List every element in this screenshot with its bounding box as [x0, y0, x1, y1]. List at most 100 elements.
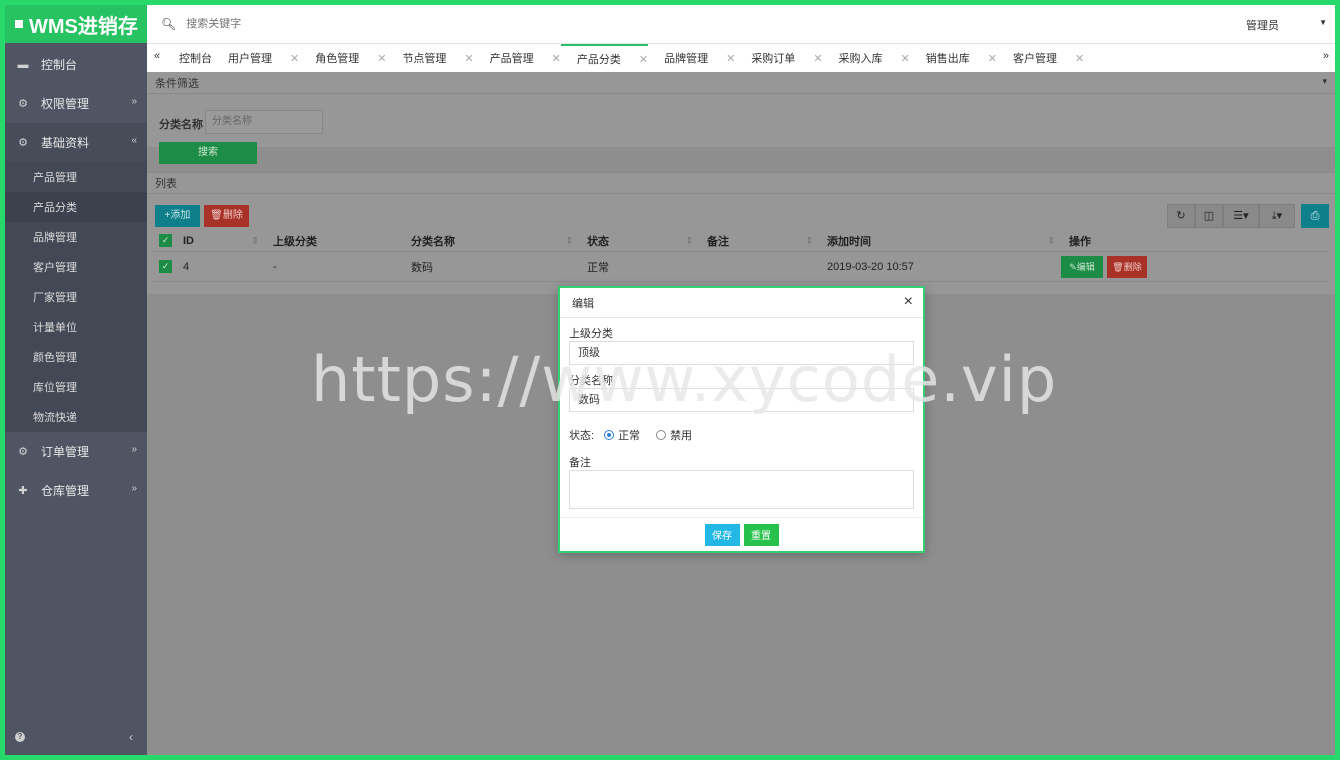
trash-icon: 🗑︎ — [210, 210, 223, 221]
close-icon[interactable]: ✕ — [552, 52, 561, 65]
sidebar-submenu: 产品管理 产品分类 品牌管理 客户管理 厂家管理 计量单位 颜色管理 库位管理 … — [5, 162, 147, 432]
column-label: 上级分类 — [273, 235, 317, 248]
header-cell-status[interactable]: 状态 ⇕ — [579, 230, 699, 251]
sidebar-subitem-customer[interactable]: 客户管理 — [5, 252, 147, 282]
close-icon[interactable]: ✕ — [464, 52, 473, 65]
tab-label: 产品分类 — [576, 54, 621, 66]
sidebar-subitem-product-category[interactable]: 产品分类 — [5, 192, 147, 222]
watermark-text: https://www.xycode.vip — [311, 343, 1058, 416]
delete-button-label: 删除 — [222, 210, 243, 221]
header-cell-name[interactable]: 分类名称 ⇕ — [403, 230, 579, 251]
tab-brands[interactable]: 品牌管理 ✕ — [648, 44, 735, 72]
sidebar-subitem-unit[interactable]: 计量单位 — [5, 312, 147, 342]
header-cell-remark[interactable]: 备注 ⇕ — [699, 230, 819, 251]
close-icon[interactable]: ✕ — [988, 52, 997, 65]
sort-icon[interactable]: ⇕ — [805, 235, 813, 246]
brand-name: WMS进销存 — [29, 15, 138, 38]
delete-button[interactable]: 🗑︎删除 — [204, 205, 249, 227]
reset-button[interactable]: 重置 — [743, 523, 779, 546]
status-disabled-label[interactable]: 禁用 — [670, 427, 692, 443]
tab-users[interactable]: 用户管理 ✕ — [212, 44, 299, 72]
tab-roles[interactable]: 角色管理 ✕ — [299, 44, 386, 72]
sidebar-subitem-manufacturer[interactable]: 厂家管理 — [5, 282, 147, 312]
close-icon[interactable]: ✕ — [377, 52, 386, 65]
tab-sales-outbound[interactable]: 销售出库 ✕ — [910, 44, 997, 72]
export-icon[interactable]: ⤓▾ — [1259, 204, 1295, 228]
gears-icon: ⚙ — [18, 446, 28, 458]
sidebar-subitem-location[interactable]: 库位管理 — [5, 372, 147, 402]
tab-purchase-inbound[interactable]: 采购入库 ✕ — [823, 44, 910, 72]
sidebar-item-label: 订单管理 — [41, 445, 90, 459]
row-delete-button[interactable]: 🗑︎删除 — [1107, 255, 1147, 278]
sidebar-subitem-brand[interactable]: 品牌管理 — [5, 222, 147, 252]
collapse-sidebar-icon[interactable]: ‹ — [129, 730, 133, 744]
remark-textarea[interactable] — [569, 470, 914, 509]
sidebar-item-basic-data[interactable]: ⚙ 基础资料 « — [5, 123, 147, 162]
close-icon[interactable]: ✕ — [813, 52, 822, 65]
header-cell-parent[interactable]: 上级分类 — [265, 230, 403, 251]
row-edit-label: 编辑 — [1076, 262, 1095, 272]
tab-dashboard[interactable]: 控制台 — [167, 44, 212, 72]
search-button[interactable]: 搜索 — [159, 142, 257, 164]
caret-down-icon[interactable]: ▼ — [1319, 18, 1327, 27]
columns-icon[interactable]: ◫ — [1195, 204, 1223, 228]
tab-products[interactable]: 产品管理 ✕ — [474, 44, 561, 72]
row-checkbox[interactable]: ✓ — [159, 260, 172, 273]
user-menu[interactable]: 管理员 — [1246, 17, 1279, 33]
sort-icon[interactable]: ⇕ — [1047, 235, 1055, 246]
app-frame: WMS进销存 ▬ 控制台 ⚙ 权限管理 » ⚙ 基础资料 « 产品管理 产品分类… — [5, 5, 1335, 755]
row-edit-button[interactable]: ✎编辑 — [1061, 255, 1103, 278]
column-label: ID — [183, 234, 194, 247]
tab-label: 客户管理 — [1012, 53, 1057, 65]
dialog-header: 编辑 × — [560, 288, 923, 318]
column-label: 操作 — [1069, 235, 1091, 248]
tab-label: 销售出库 — [925, 53, 970, 65]
tab-prev-icon[interactable]: « — [147, 44, 167, 72]
close-icon[interactable]: ✕ — [290, 52, 299, 65]
close-icon[interactable]: ✕ — [901, 52, 910, 65]
tab-nodes[interactable]: 节点管理 ✕ — [386, 44, 473, 72]
sort-icon[interactable]: ⇕ — [251, 235, 259, 246]
sidebar-item-permission[interactable]: ⚙ 权限管理 » — [5, 84, 147, 123]
header-cell-id[interactable]: ID ⇕ — [175, 230, 265, 251]
close-icon[interactable]: ✕ — [639, 53, 648, 66]
list-view-icon[interactable]: ☰▾ — [1223, 204, 1259, 228]
chevron-down-icon: » — [131, 444, 137, 455]
close-icon[interactable]: ✕ — [726, 52, 735, 65]
search-input[interactable] — [186, 18, 487, 30]
sidebar-item-label: 权限管理 — [41, 97, 90, 111]
sidebar-subitem-product[interactable]: 产品管理 — [5, 162, 147, 192]
sort-icon[interactable]: ⇕ — [685, 235, 693, 246]
status-label: 状态: — [569, 430, 595, 442]
cell-name: 数码 — [411, 261, 433, 274]
print-icon[interactable]: ⎙ — [1301, 204, 1329, 228]
status-normal-label[interactable]: 正常 — [618, 427, 640, 443]
top-bar: 🔍︎ 管理员 ▼ — [147, 5, 1335, 43]
tab-label: 角色管理 — [315, 53, 360, 65]
sidebar: WMS进销存 ▬ 控制台 ⚙ 权限管理 » ⚙ 基础资料 « 产品管理 产品分类… — [5, 5, 147, 755]
trash-icon: 🗑︎ — [1112, 262, 1124, 272]
status-disabled-radio[interactable] — [656, 430, 667, 440]
table-row[interactable]: ✓ 4 - 数码 正常 2019-03-20 10:57 ✎编辑 🗑︎删除 — [153, 252, 1329, 282]
category-name-filter-input[interactable]: 分类名称 — [205, 110, 323, 134]
save-button[interactable]: 保存 — [704, 523, 740, 546]
tab-purchase-orders[interactable]: 采购订单 ✕ — [735, 44, 822, 72]
sidebar-item-dashboard[interactable]: ▬ 控制台 — [5, 45, 147, 84]
brand-logo[interactable]: WMS进销存 — [5, 5, 147, 43]
status-normal-radio[interactable] — [604, 430, 615, 440]
help-icon[interactable]: ? — [15, 732, 25, 742]
add-button[interactable]: +添加 — [155, 205, 200, 227]
sidebar-item-warehouse[interactable]: ✚ 仓库管理 » — [5, 471, 147, 510]
sidebar-subitem-color[interactable]: 颜色管理 — [5, 342, 147, 372]
tab-product-category[interactable]: 产品分类 ✕ — [560, 44, 649, 72]
close-icon[interactable]: ✕ — [1075, 52, 1084, 65]
refresh-icon[interactable]: ↻ — [1167, 204, 1195, 228]
header-cell-time[interactable]: 添加时间 ⇕ — [819, 230, 1061, 251]
select-all-checkbox[interactable]: ✓ — [159, 234, 172, 247]
tab-next-icon[interactable]: » — [1323, 50, 1329, 62]
tab-customers[interactable]: 客户管理 ✕ — [997, 44, 1084, 72]
sidebar-item-orders[interactable]: ⚙ 订单管理 » — [5, 432, 147, 471]
sidebar-subitem-logistics[interactable]: 物流快递 — [5, 402, 147, 432]
sort-icon[interactable]: ⇕ — [565, 235, 573, 246]
close-icon[interactable]: × — [904, 294, 913, 310]
